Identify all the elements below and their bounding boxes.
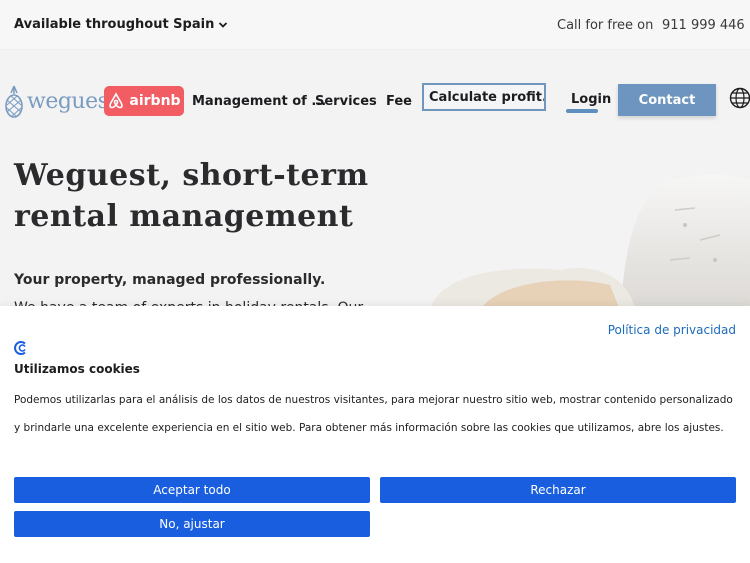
contact-button[interactable]: Contact [618,84,716,116]
privacy-policy-link[interactable]: Política de privacidad [608,323,736,337]
reject-button[interactable]: Rechazar [380,477,736,503]
adjust-settings-button[interactable]: No, ajustar [14,511,370,537]
main-nav: weguest airbnb Management of ... Service… [0,80,750,120]
calculate-profit-button[interactable]: Calculate profit... [422,83,546,111]
login-underline [566,109,598,113]
sofa-image [430,175,750,310]
cookie-banner: Política de privacidad Utilizamos cookie… [0,306,750,563]
top-bar: Available throughout Spain Call for free… [0,0,750,50]
call-label: Call for free on [557,18,654,33]
hero-title: Weguest, short-term rental management [14,158,369,234]
nav-fee[interactable]: Fee [386,94,412,109]
availability-label: Available throughout Spain [14,17,215,32]
cookie-text: Podemos utilizarlas para el análisis de … [14,394,733,434]
globe-icon[interactable] [729,87,750,109]
nav-management[interactable]: Management of ... [192,94,326,109]
airbnb-label: airbnb [129,93,181,109]
airbnb-icon [109,92,124,109]
phone-link[interactable]: 911 999 446 [662,18,745,33]
cookie-title: Utilizamos cookies [14,362,140,376]
cookie-consent-icon [14,341,26,355]
pineapple-logo-icon [5,85,23,118]
airbnb-badge[interactable]: airbnb [104,86,184,116]
availability-dropdown[interactable]: Available throughout Spain [14,17,228,32]
hero-subtitle: Your property, managed professionally. [14,272,326,288]
chevron-down-icon [219,21,228,28]
login-link[interactable]: Login [571,92,611,107]
accept-all-button[interactable]: Aceptar todo [14,477,370,503]
weguest-logo[interactable]: weguest [4,84,117,118]
nav-services[interactable]: Services [315,94,377,109]
